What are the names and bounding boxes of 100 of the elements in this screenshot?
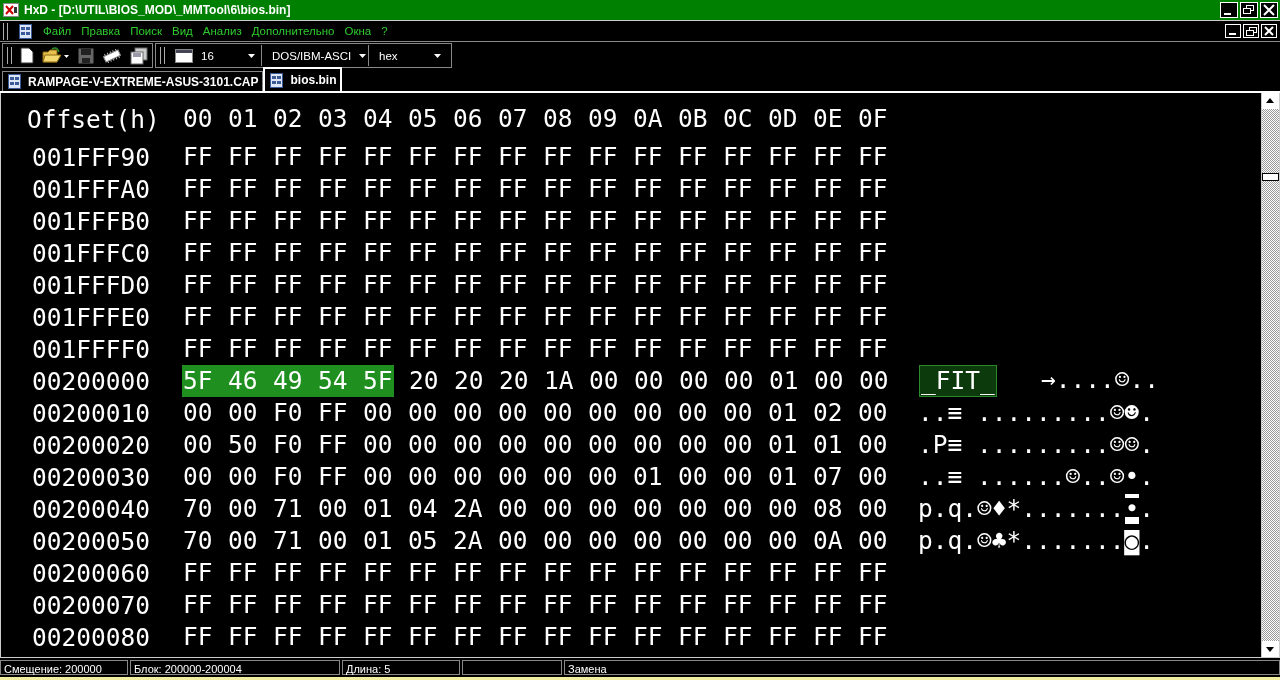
hex-byte[interactable]: FF	[858, 333, 888, 365]
hex-byte[interactable]: FF	[363, 621, 393, 653]
hex-byte[interactable]: FF	[543, 589, 573, 621]
hex-byte[interactable]: 71	[273, 493, 303, 525]
open-folder-icon[interactable]	[42, 47, 70, 64]
hex-byte[interactable]: FF	[453, 557, 483, 589]
hex-byte[interactable]: FF	[678, 589, 708, 621]
hex-byte[interactable]: FF	[858, 557, 888, 589]
hex-byte[interactable]: FF	[633, 301, 663, 333]
menu-item[interactable]: Анализ	[202, 25, 242, 37]
close-icon[interactable]	[1261, 24, 1277, 38]
hex-byte[interactable]: 00	[723, 493, 753, 525]
hex-byte[interactable]: FF	[183, 301, 213, 333]
hex-byte[interactable]: FF	[318, 397, 348, 429]
hex-byte[interactable]: 00	[678, 429, 708, 461]
menu-item[interactable]: Дополнительно	[251, 25, 335, 37]
hex-byte[interactable]: FF	[543, 621, 573, 653]
menu-item[interactable]: ?	[381, 25, 388, 37]
hex-byte[interactable]: 00	[724, 365, 754, 397]
hex-byte[interactable]: FF	[678, 269, 708, 301]
hex-byte[interactable]: 01	[769, 365, 799, 397]
minimize-icon[interactable]	[1220, 2, 1238, 18]
hex-byte[interactable]: 00	[588, 461, 618, 493]
hex-byte[interactable]: FF	[318, 333, 348, 365]
hex-byte[interactable]: 20	[409, 365, 439, 397]
hex-byte[interactable]: 0A	[813, 525, 843, 557]
hex-byte[interactable]: FF	[408, 621, 438, 653]
hex-byte[interactable]: FF	[273, 621, 303, 653]
hex-byte[interactable]: FF	[858, 269, 888, 301]
hex-byte[interactable]: FF	[678, 237, 708, 269]
hex-byte[interactable]: FF	[723, 173, 753, 205]
hex-byte[interactable]: F0	[273, 397, 303, 429]
hex-byte[interactable]: FF	[723, 237, 753, 269]
hex-byte[interactable]: FF	[273, 205, 303, 237]
hex-byte[interactable]: 70	[183, 493, 213, 525]
hex-byte[interactable]: FF	[633, 141, 663, 173]
hex-byte[interactable]: 5F	[362, 365, 394, 397]
hex-byte[interactable]: FF	[723, 333, 753, 365]
hex-byte[interactable]: FF	[228, 301, 258, 333]
hex-byte[interactable]: 00	[678, 525, 708, 557]
hex-byte[interactable]: FF	[228, 269, 258, 301]
hex-byte[interactable]: FF	[498, 333, 528, 365]
hex-byte[interactable]: FF	[363, 301, 393, 333]
hex-byte[interactable]: FF	[453, 141, 483, 173]
hex-byte[interactable]: FF	[453, 621, 483, 653]
hex-byte[interactable]: 00	[318, 525, 348, 557]
hex-byte[interactable]: FF	[318, 269, 348, 301]
hex-byte[interactable]: FF	[768, 621, 798, 653]
hex-byte[interactable]: FF	[543, 205, 573, 237]
hex-byte[interactable]: 00	[633, 397, 663, 429]
hex-byte[interactable]: FF	[723, 269, 753, 301]
hex-byte[interactable]: FF	[498, 301, 528, 333]
hex-byte[interactable]: 01	[768, 461, 798, 493]
hex-byte[interactable]: 00	[768, 493, 798, 525]
hex-byte[interactable]: 00	[633, 493, 663, 525]
hex-byte[interactable]: 00	[363, 429, 393, 461]
hex-byte[interactable]: 00	[498, 493, 528, 525]
hex-byte[interactable]: FF	[318, 205, 348, 237]
scroll-thumb[interactable]	[1262, 173, 1279, 181]
hex-byte[interactable]: FF	[678, 557, 708, 589]
hex-byte[interactable]: FF	[408, 205, 438, 237]
hex-byte[interactable]: 00	[408, 397, 438, 429]
hex-byte[interactable]: FF	[588, 589, 618, 621]
hex-byte[interactable]: FF	[633, 205, 663, 237]
hex-byte[interactable]: 00	[589, 365, 619, 397]
hex-byte[interactable]: FF	[183, 589, 213, 621]
menu-item[interactable]: Вид	[172, 25, 193, 37]
hex-byte[interactable]: 71	[273, 525, 303, 557]
menu-item[interactable]: Поиск	[130, 25, 162, 37]
tab[interactable]: RAMPAGE-V-EXTREME-ASUS-3101.CAP	[2, 71, 264, 91]
hex-byte[interactable]: FF	[768, 589, 798, 621]
hex-byte[interactable]: FF	[543, 173, 573, 205]
hex-byte[interactable]: FF	[183, 205, 213, 237]
hex-byte[interactable]: 00	[858, 525, 888, 557]
hex-byte[interactable]: FF	[408, 237, 438, 269]
selected-text[interactable]: _FIT_	[919, 365, 997, 397]
hex-byte[interactable]: 00	[768, 525, 798, 557]
hex-byte[interactable]: 00	[858, 493, 888, 525]
hex-byte[interactable]: 00	[183, 429, 213, 461]
hex-byte[interactable]: FF	[813, 141, 843, 173]
hex-byte[interactable]: FF	[813, 621, 843, 653]
hex-byte[interactable]: FF	[453, 205, 483, 237]
hex-byte[interactable]: FF	[228, 173, 258, 205]
hex-byte[interactable]: 00	[363, 461, 393, 493]
hex-byte[interactable]: FF	[408, 269, 438, 301]
hex-byte[interactable]: FF	[678, 173, 708, 205]
hex-byte[interactable]: 00	[858, 461, 888, 493]
hex-byte[interactable]: FF	[408, 589, 438, 621]
hex-byte[interactable]: FF	[498, 205, 528, 237]
hex-byte[interactable]: FF	[453, 589, 483, 621]
menu-item[interactable]: Окна	[344, 25, 372, 37]
hex-byte[interactable]: FF	[318, 589, 348, 621]
hex-byte[interactable]: 01	[363, 525, 393, 557]
hex-byte[interactable]: FF	[768, 301, 798, 333]
hex-byte[interactable]: 00	[858, 397, 888, 429]
hex-byte[interactable]: FF	[678, 141, 708, 173]
hex-byte[interactable]: FF	[498, 173, 528, 205]
dropdown[interactable]: DOS/IBM-ASCI	[270, 45, 369, 66]
hex-byte[interactable]: 20	[499, 365, 529, 397]
hex-byte[interactable]: 00	[498, 429, 528, 461]
